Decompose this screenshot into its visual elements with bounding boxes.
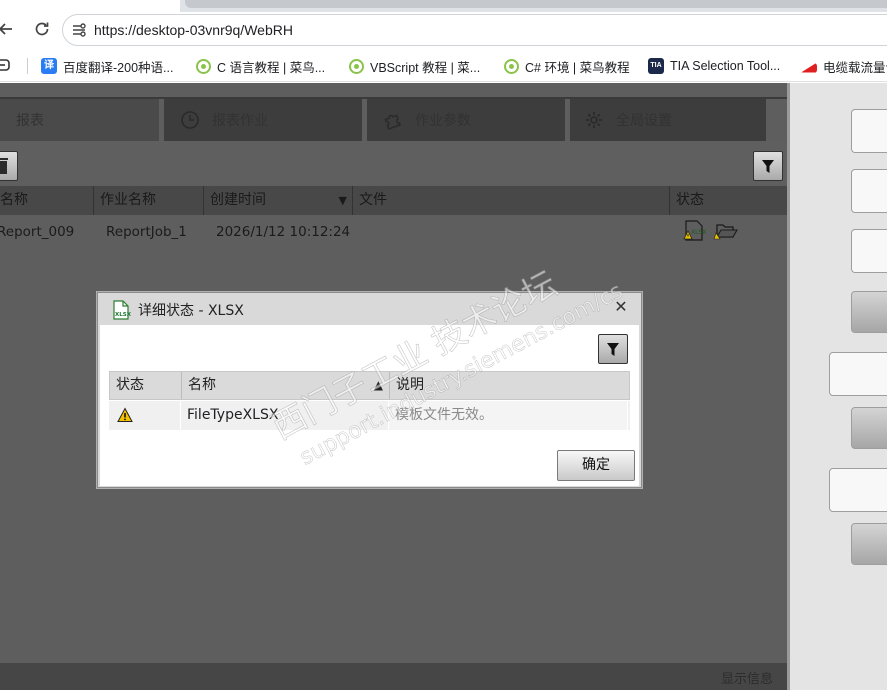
cell-report-name: Report_009 <box>0 224 75 240</box>
bookmark-label: C# 环境 | 菜鸟教程 <box>525 60 630 75</box>
dialog-cell-name: FileTypeXLSX <box>181 401 389 430</box>
tab-label: 全局设置 <box>616 113 672 129</box>
bookmark-tia-selection[interactable]: TIA TIA Selection Tool... <box>648 57 780 75</box>
column-header-created-time[interactable]: 创建时间 ▼ <box>204 186 353 215</box>
right-panel-button-2[interactable] <box>851 407 887 449</box>
table-row[interactable]: Report_009 ReportJob_1 2026/1/12 10:12:2… <box>0 215 787 249</box>
column-header-status[interactable]: 状态 <box>670 186 781 215</box>
sort-desc-icon: ▼ <box>338 194 347 207</box>
tab-global-settings[interactable]: 全局设置 <box>570 99 766 141</box>
sort-asc-icon: ▲ <box>373 378 383 392</box>
baidu-translate-icon: 译 <box>41 58 57 74</box>
right-panel-field-3[interactable] <box>851 229 887 273</box>
bookmark-vbscript-tutorial[interactable]: VBScript 教程 | 菜... <box>349 57 480 75</box>
bookmark-baidu-translate[interactable]: 译百度翻译-200种语... <box>41 57 173 75</box>
xlsx-warning-icon[interactable]: XLSX <box>683 219 707 245</box>
filter-icon <box>607 343 619 356</box>
tab-label: 报表 <box>16 113 44 129</box>
delete-button[interactable] <box>0 151 18 181</box>
back-button[interactable] <box>0 19 16 39</box>
runoob-icon <box>504 58 519 74</box>
dialog-column-label: 名称 <box>188 377 216 393</box>
filter-button[interactable] <box>753 151 783 181</box>
right-panel-field-4[interactable] <box>829 352 887 396</box>
dialog-column-status[interactable]: 状态 <box>110 372 182 399</box>
bookmark-label: VBScript 教程 | 菜... <box>370 60 481 75</box>
folder-icon[interactable] <box>713 219 739 243</box>
site-info-icon[interactable] <box>70 21 88 39</box>
reload-icon <box>35 22 49 36</box>
status-bar-text[interactable]: 显示信息 <box>721 668 773 687</box>
bookmark-cable-capacity[interactable]: 电缆载流量计 <box>801 57 887 75</box>
status-bar: 显示信息 <box>0 663 787 690</box>
table-header: 名称 作业名称 创建时间 ▼ 文件 状态 <box>0 186 787 215</box>
bookmark-label: C 语言教程 | 菜鸟... <box>217 60 326 75</box>
svg-text:XLSX: XLSX <box>115 312 131 318</box>
dialog-column-name[interactable]: 名称 ▲ <box>182 372 390 399</box>
bookmark-label: 电缆载流量计 <box>823 60 887 75</box>
clock-icon <box>181 111 199 129</box>
dialog-title: 详细状态 - XLSX <box>138 303 244 319</box>
trash-icon <box>0 158 8 174</box>
puzzle-icon <box>384 114 402 130</box>
right-panel-field-5[interactable] <box>829 468 887 512</box>
gear-icon <box>586 112 602 128</box>
warning-icon <box>117 407 133 422</box>
browser-tab-strip <box>0 0 887 12</box>
bookmark-csharp-env[interactable]: C# 环境 | 菜鸟教程 <box>504 57 630 75</box>
toolbar <box>0 141 787 185</box>
right-panel <box>790 83 887 690</box>
arrow-left-icon <box>0 23 12 35</box>
detail-status-dialog: XLSX 详细状态 - XLSX ✕ 状态 名称 ▲ 说明 FileTypeXL… <box>97 292 642 488</box>
column-header-name[interactable]: 名称 <box>0 186 94 215</box>
right-panel-field-1[interactable] <box>851 109 887 153</box>
cell-created-time: 2026/1/12 10:12:24 <box>216 224 351 240</box>
dialog-cell-status <box>109 401 181 430</box>
runoob-icon <box>196 58 211 74</box>
runoob-icon <box>349 58 364 74</box>
right-panel-button-1[interactable] <box>851 291 887 333</box>
tab-report-jobs[interactable]: 报表作业 <box>164 99 362 141</box>
bookmark-c-tutorial[interactable]: C 语言教程 | 菜鸟... <box>196 57 325 75</box>
dialog-table-header: 状态 名称 ▲ 说明 <box>109 371 630 400</box>
dialog-body: 状态 名称 ▲ 说明 FileTypeXLSX 模板文件无效。 确定 <box>100 325 639 486</box>
right-panel-field-2[interactable] <box>851 169 887 213</box>
cell-job-name: ReportJob_1 <box>106 224 187 240</box>
bookmarks-menu-icon[interactable] <box>0 58 12 72</box>
xlsx-file-icon: XLSX <box>111 300 132 320</box>
bookmark-label: 百度翻译-200种语... <box>63 60 174 75</box>
inactive-browser-tab[interactable] <box>185 0 887 8</box>
bookmark-label: TIA Selection Tool... <box>670 59 781 73</box>
column-header-job-name[interactable]: 作业名称 <box>94 186 204 215</box>
svg-text:XLSX: XLSX <box>691 229 706 236</box>
right-panel-button-3[interactable] <box>851 523 887 565</box>
tab-label: 作业参数 <box>415 113 471 129</box>
tab-reports[interactable]: 报表 <box>0 99 159 141</box>
reload-button[interactable] <box>32 19 52 39</box>
dialog-cell-description: 模板文件无效。 <box>389 401 628 430</box>
tab-job-parameters[interactable]: 作业参数 <box>367 99 565 141</box>
bookmark-separator <box>27 58 28 74</box>
filter-icon <box>762 160 774 173</box>
dialog-filter-button[interactable] <box>598 334 628 364</box>
active-browser-tab[interactable] <box>0 0 180 12</box>
tia-icon: TIA <box>648 58 664 74</box>
close-icon[interactable]: ✕ <box>611 297 631 317</box>
tab-label: 报表作业 <box>212 113 268 129</box>
url-text[interactable]: https://desktop-03vnr9q/WebRH <box>94 22 293 38</box>
ok-button[interactable]: 确定 <box>557 450 635 481</box>
column-header-file[interactable]: 文件 <box>353 186 670 215</box>
cable-icon <box>801 62 817 73</box>
dialog-table-row[interactable]: FileTypeXLSX 模板文件无效。 <box>109 401 630 430</box>
dialog-title-bar[interactable]: XLSX 详细状态 - XLSX ✕ <box>98 293 641 324</box>
dialog-column-description[interactable]: 说明 <box>390 372 629 399</box>
column-header-label: 创建时间 <box>210 192 266 208</box>
